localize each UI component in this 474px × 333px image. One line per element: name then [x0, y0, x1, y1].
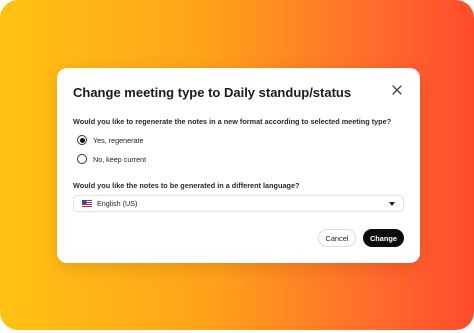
radio-label-no: No, keep current — [93, 154, 147, 164]
close-icon[interactable] — [390, 83, 404, 97]
caret-down-icon[interactable] — [389, 201, 395, 206]
radio-checked-icon[interactable] — [77, 135, 87, 145]
change-button[interactable]: Change — [363, 229, 404, 247]
cancel-button[interactable]: Cancel — [318, 229, 356, 247]
radio-unchecked-icon[interactable] — [77, 154, 87, 164]
radio-yes-regenerate[interactable]: Yes, regenerate — [77, 134, 143, 146]
change-meeting-type-dialog: Change meeting type to Daily standup/sta… — [57, 68, 420, 263]
dialog-title: Change meeting type to Daily standup/sta… — [73, 85, 352, 100]
radio-no-keep-current[interactable]: No, keep current — [77, 153, 146, 165]
regenerate-question: Would you like to regenerate the notes i… — [73, 117, 392, 126]
language-question: Would you like the notes to be generated… — [73, 181, 300, 190]
radio-label-yes: Yes, regenerate — [93, 135, 144, 145]
us-flag-icon — [82, 200, 92, 207]
language-select[interactable]: English (US) — [73, 195, 404, 212]
language-select-value: English (US) — [97, 199, 138, 208]
